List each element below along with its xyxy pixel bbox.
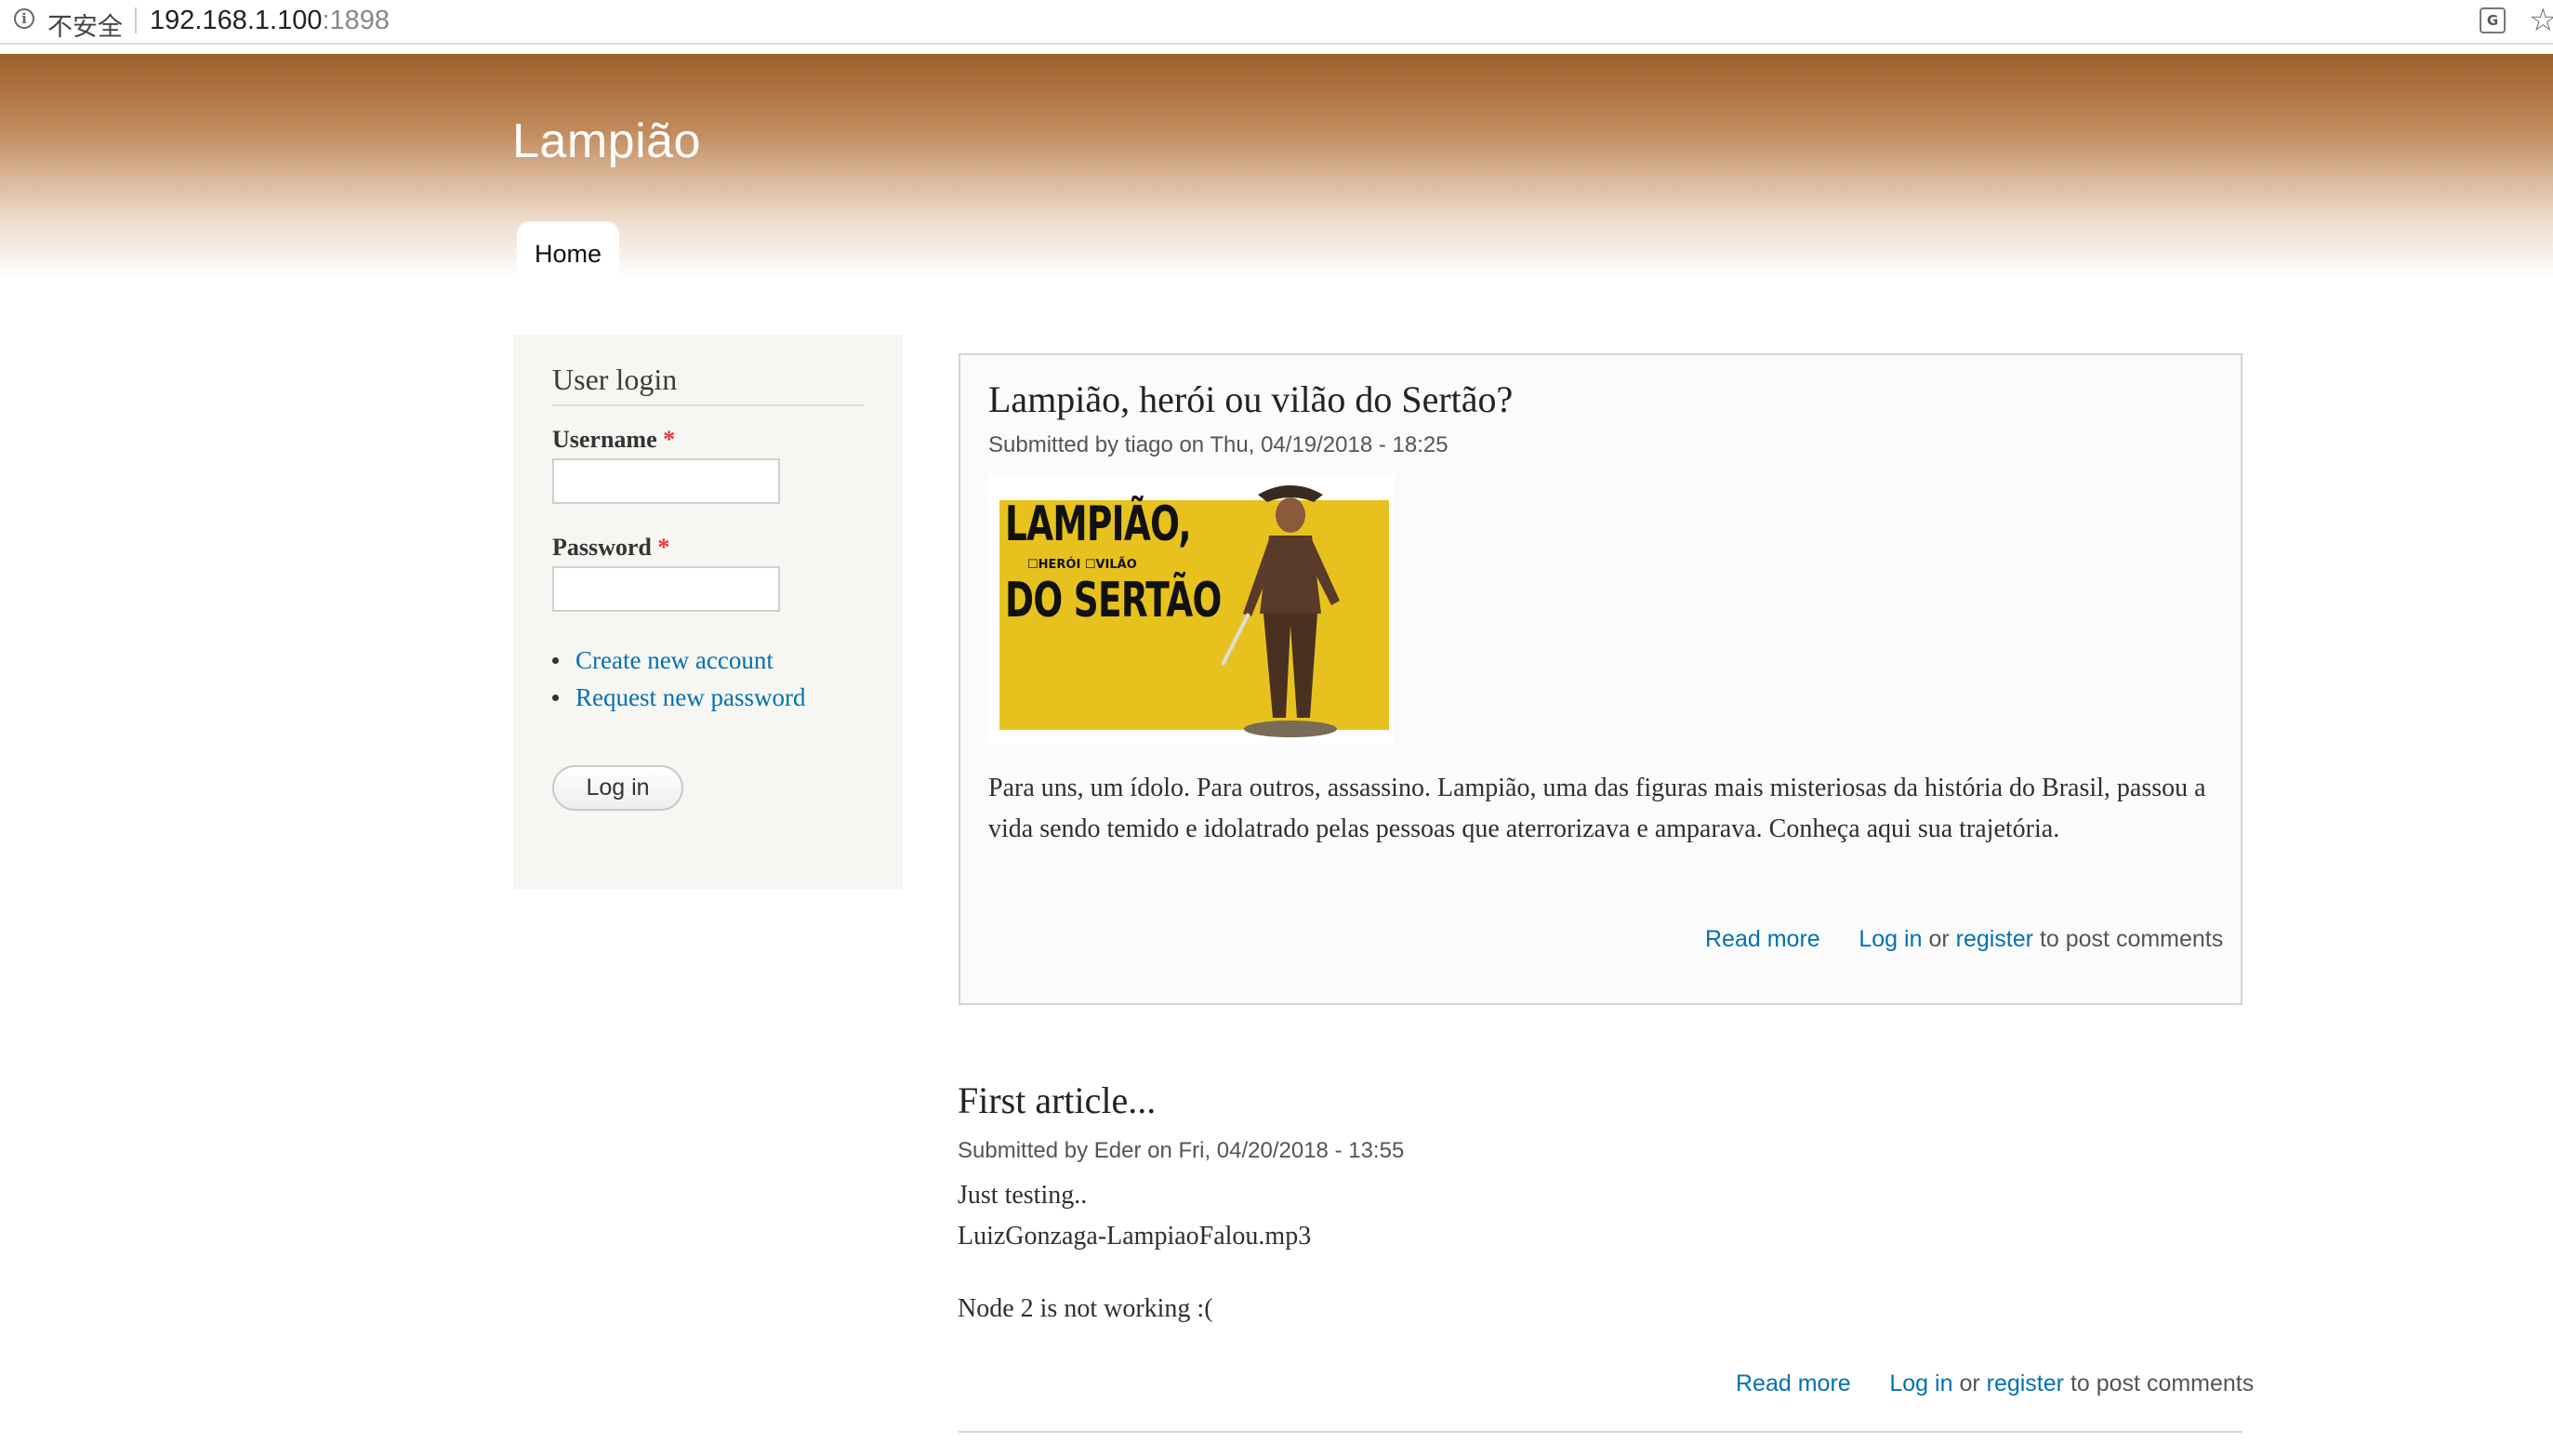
article-body-line: Just testing..: [958, 1181, 1088, 1210]
article-title[interactable]: First article...: [958, 1079, 1156, 1122]
user-login-block: User login Username * Password * Create …: [513, 335, 903, 889]
article-title[interactable]: Lampião, herói ou vilão do Sertão?: [988, 377, 1513, 421]
nav-tab-home[interactable]: Home: [517, 221, 619, 286]
request-password-link[interactable]: Request new password: [552, 679, 805, 716]
image-text-line1: LAMPIÃO,: [1005, 496, 1192, 552]
or-text: or: [1959, 1370, 1980, 1396]
read-more-link[interactable]: Read more: [1705, 926, 1820, 952]
username-label: Username *: [552, 426, 675, 454]
log-in-link[interactable]: Log in: [1859, 926, 1922, 952]
password-label-text: Password: [552, 534, 652, 561]
divider: [959, 1431, 2242, 1433]
article-links: Read more Log in or register to post com…: [1736, 1370, 2254, 1397]
article-body: Para uns, um ídolo. Para outros, assassi…: [988, 774, 2206, 843]
security-label[interactable]: 不安全: [47, 7, 123, 43]
browser-address-bar: i 不安全 192.168.1.100:1898 G ☆: [0, 0, 2553, 45]
article-body-line: LuizGonzaga-LampiaoFalou.mp3: [958, 1222, 1312, 1251]
post-comments-text: to post comments: [2070, 1370, 2255, 1396]
url-field[interactable]: 192.168.1.100:1898: [150, 6, 390, 36]
required-marker: *: [663, 426, 676, 453]
url-port: :1898: [322, 6, 390, 35]
article-image[interactable]: LAMPIÃO, ☐HERÓI ☐VILÃO DO SERTÃO: [988, 474, 1395, 745]
divider: [135, 7, 137, 33]
article-body-line: Node 2 is not working :(: [958, 1294, 1213, 1323]
create-account-link[interactable]: Create new account: [552, 642, 805, 679]
article-meta: Submitted by Eder on Fri, 04/20/2018 - 1…: [958, 1138, 1405, 1163]
or-text: or: [1928, 926, 1950, 952]
translate-icon[interactable]: G: [2480, 7, 2506, 33]
register-link[interactable]: register: [1987, 1370, 2064, 1396]
bookmark-star-icon[interactable]: ☆: [2529, 2, 2553, 39]
lampiao-figure-icon: [1221, 485, 1340, 737]
required-marker: *: [657, 534, 670, 561]
password-label: Password *: [552, 534, 669, 562]
log-in-link[interactable]: Log in: [1889, 1370, 1952, 1396]
article-links: Read more Log in or register to post com…: [1705, 926, 2223, 953]
log-in-button[interactable]: Log in: [552, 765, 683, 811]
info-icon[interactable]: i: [14, 8, 34, 29]
article-meta: Submitted by tiago on Thu, 04/19/2018 - …: [988, 432, 1448, 457]
image-text-options: ☐HERÓI ☐VILÃO: [1027, 558, 1137, 572]
register-link[interactable]: register: [1956, 926, 2033, 952]
username-label-text: Username: [552, 426, 657, 453]
site-name[interactable]: Lampião: [512, 113, 701, 169]
site-header: Lampião Home: [0, 54, 2553, 286]
article-teaser: Lampião, herói ou vilão do Sertão? Submi…: [959, 353, 2242, 1005]
url-host: 192.168.1.100: [150, 6, 323, 35]
read-more-link[interactable]: Read more: [1736, 1370, 1851, 1396]
username-input[interactable]: [552, 458, 780, 504]
post-comments-text: to post comments: [2039, 926, 2224, 952]
divider: [552, 404, 865, 406]
block-title: User login: [552, 363, 678, 396]
password-input[interactable]: [552, 566, 780, 612]
image-text-line2: DO SERTÃO: [1005, 573, 1222, 629]
login-links: Create new account Request new password: [552, 642, 805, 716]
